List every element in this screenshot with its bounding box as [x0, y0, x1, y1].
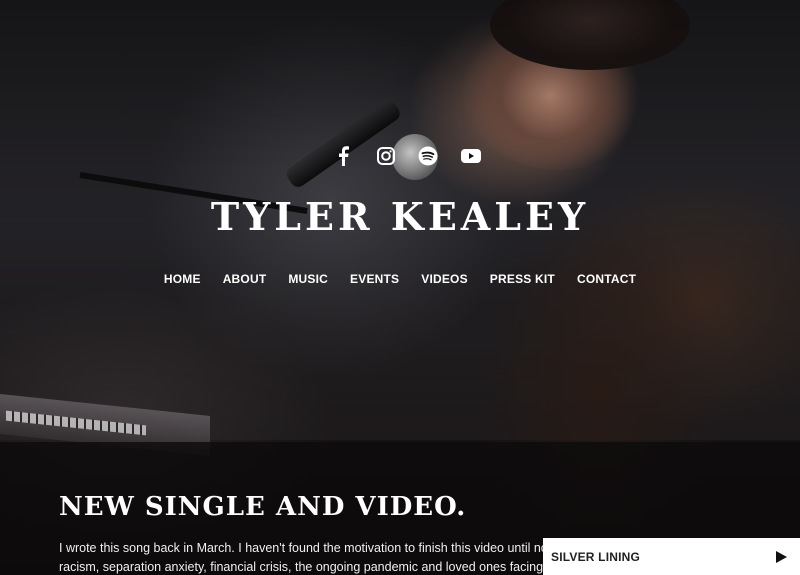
nav-item-about[interactable]: ABOUT — [223, 272, 267, 286]
youtube-icon[interactable] — [460, 145, 482, 167]
section-heading: NEW SINGLE AND VIDEO. — [59, 492, 467, 522]
spotify-icon[interactable] — [417, 145, 439, 167]
nav-item-events[interactable]: EVENTS — [350, 272, 399, 286]
instagram-icon[interactable] — [375, 145, 397, 167]
section-body: I wrote this song back in March. I haven… — [59, 539, 549, 575]
audio-player: SILVER LINING — [543, 538, 800, 575]
nav-item-home[interactable]: HOME — [164, 272, 201, 286]
nav-item-music[interactable]: MUSIC — [288, 272, 328, 286]
nav-item-videos[interactable]: VIDEOS — [421, 272, 468, 286]
main-nav: HOME ABOUT MUSIC EVENTS VIDEOS PRESS KIT… — [0, 272, 800, 286]
nav-item-press-kit[interactable]: PRESS KIT — [490, 272, 555, 286]
body-line: I wrote this song back in March. I haven… — [59, 541, 549, 555]
social-links — [332, 143, 482, 169]
site-title[interactable]: TYLER KEALEY — [0, 194, 800, 239]
nav-item-contact[interactable]: CONTACT — [577, 272, 636, 286]
body-line: racism, separation anxiety, financial cr… — [59, 560, 549, 574]
play-icon[interactable] — [774, 550, 788, 564]
facebook-icon[interactable] — [332, 145, 354, 167]
player-track-title: SILVER LINING — [551, 549, 641, 564]
